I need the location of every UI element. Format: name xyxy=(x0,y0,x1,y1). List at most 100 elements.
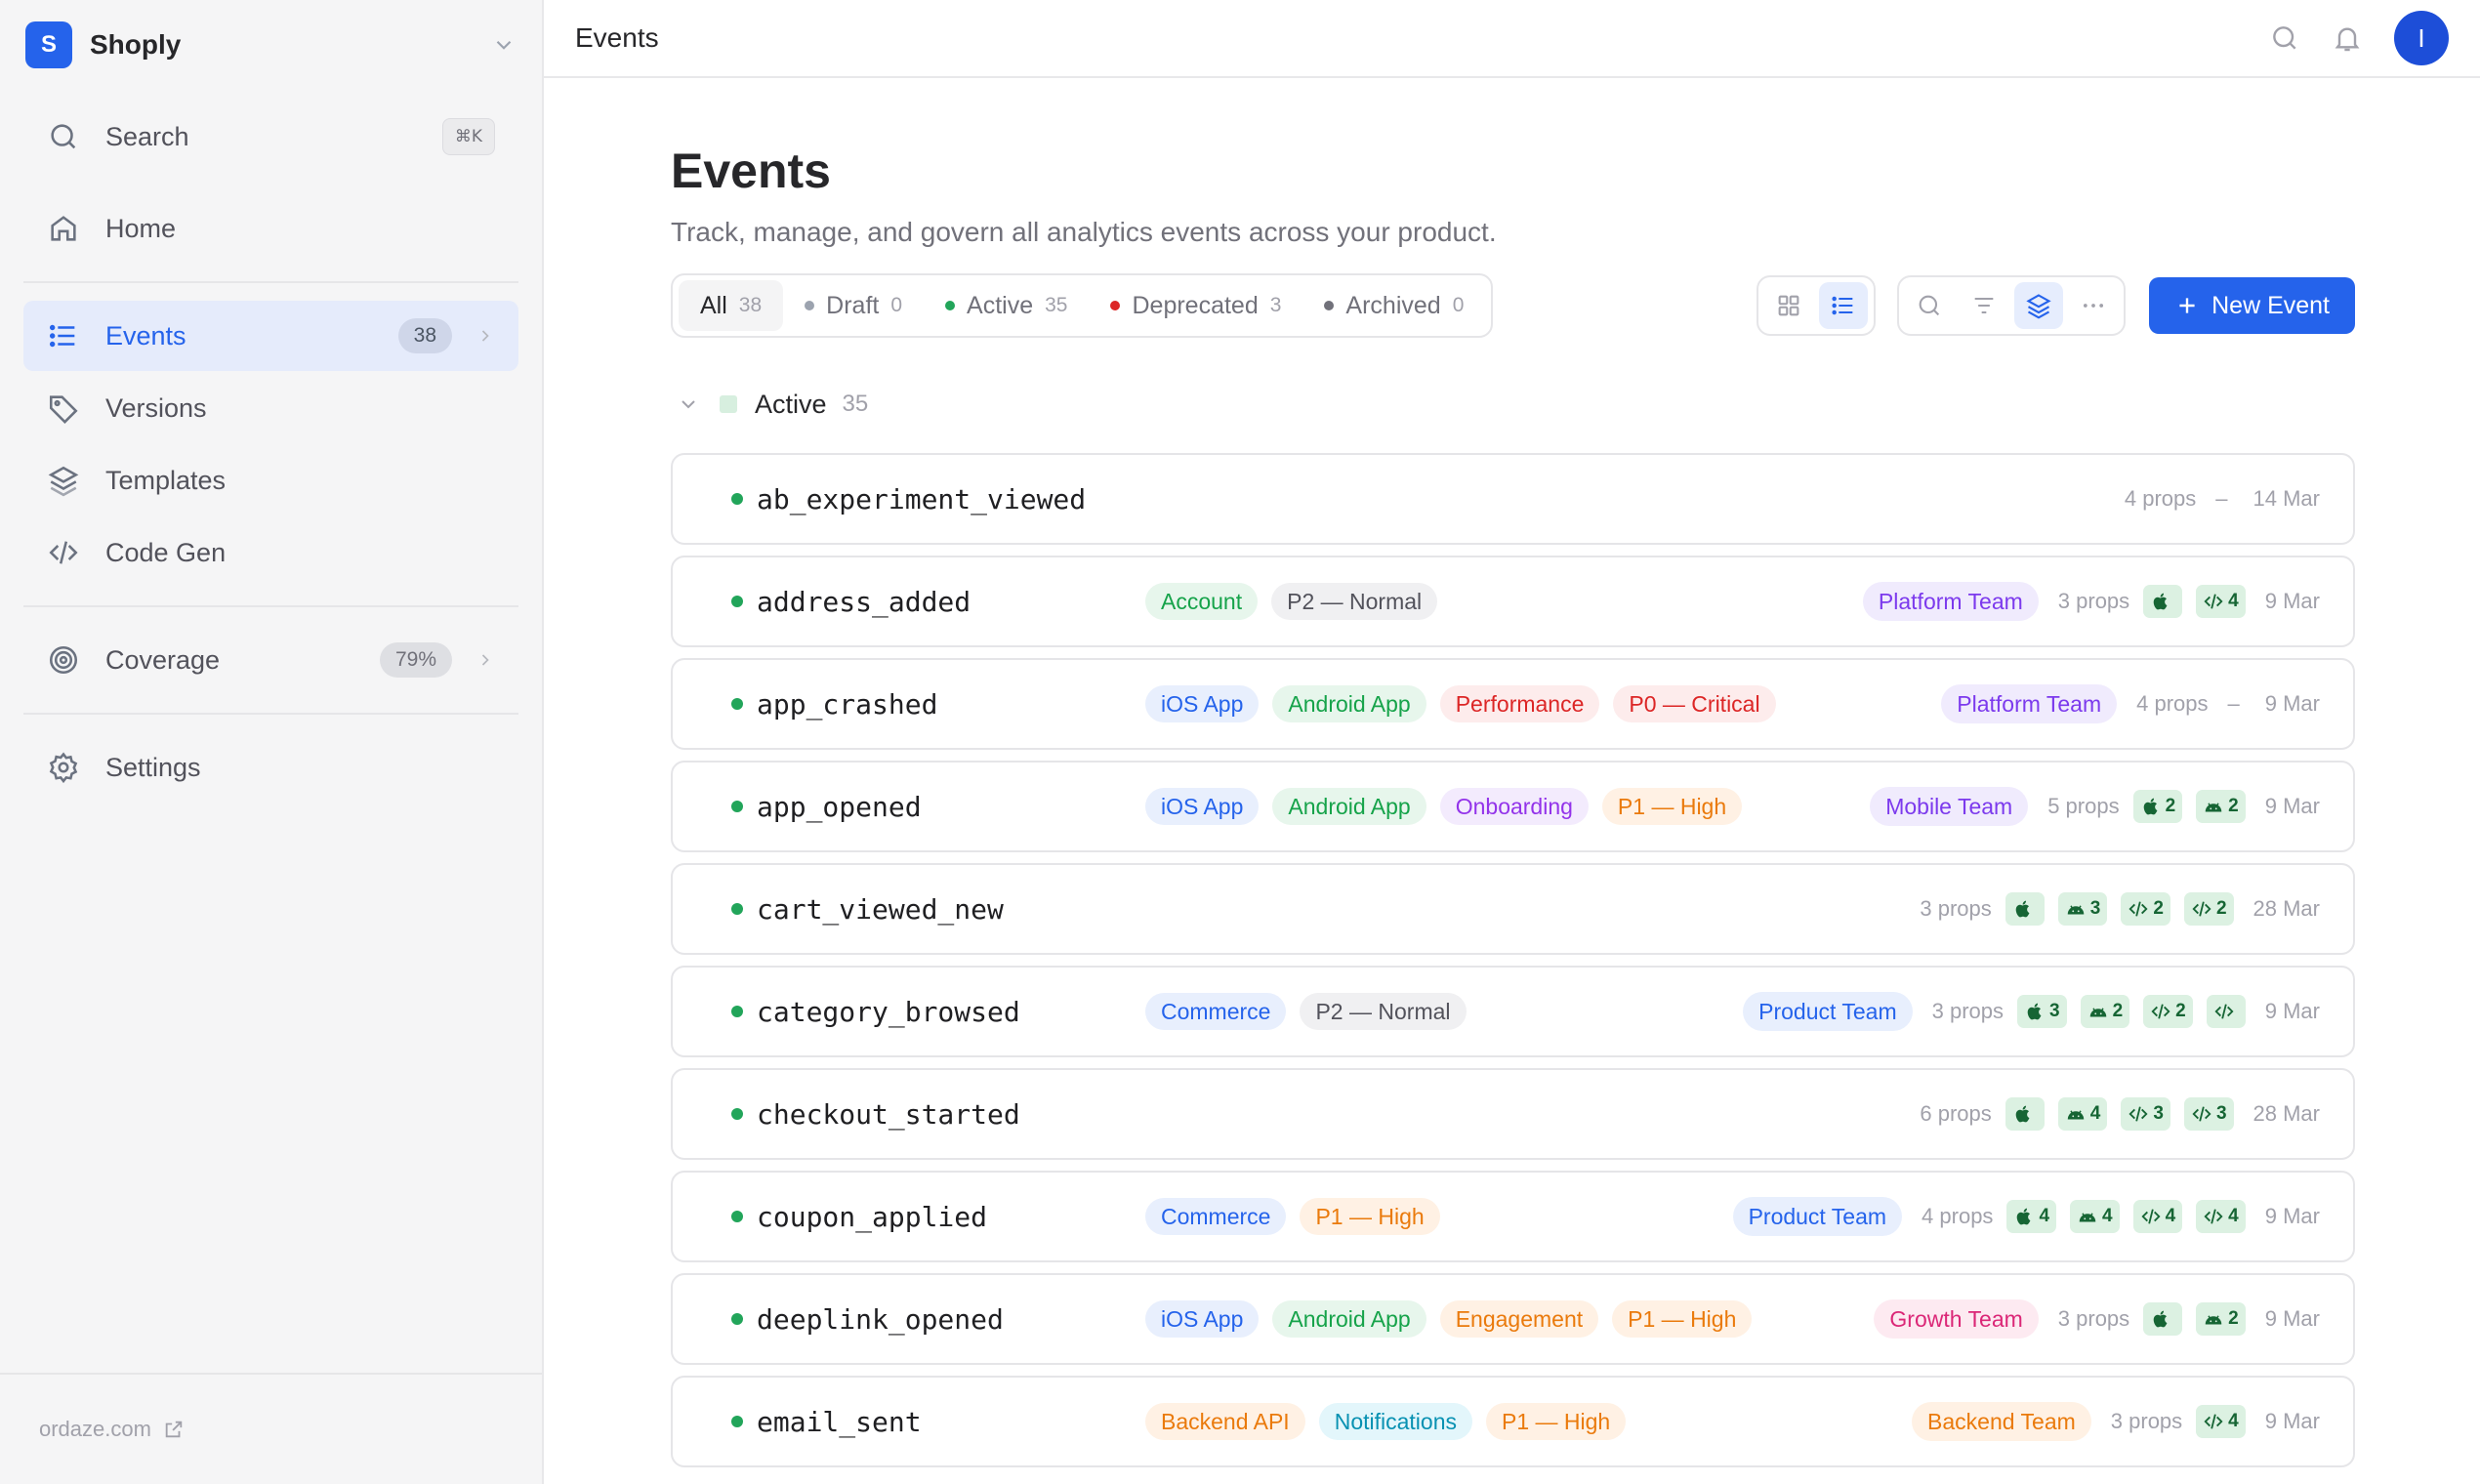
event-meta: Growth Team 3 props 2 9 Mar xyxy=(1874,1299,2320,1339)
event-tag[interactable]: Engagement xyxy=(1439,1300,1599,1338)
team-badge[interactable]: Product Team xyxy=(1743,992,1913,1031)
grid-view-button[interactable] xyxy=(1764,282,1813,329)
platform-badge-android: 2 xyxy=(2080,995,2130,1028)
event-tag[interactable]: P2 — Normal xyxy=(1271,583,1438,620)
team-badge[interactable]: Growth Team xyxy=(1874,1299,2039,1339)
event-row[interactable]: ab_experiment_viewed 4 props –14 Mar xyxy=(671,453,2355,545)
event-row[interactable]: cart_viewed_new 3 props 3 2 2 28 Mar xyxy=(671,863,2355,955)
event-meta: 6 props 4 3 3 28 Mar xyxy=(1914,1097,2320,1131)
event-tag[interactable]: P1 — High xyxy=(1601,788,1743,825)
status-filter-tabs: All 38 Draft 0 Active 35 Deprecated 3 Ar… xyxy=(671,273,1494,338)
sidebar-item-label: Code Gen xyxy=(105,537,227,567)
event-row[interactable]: category_browsed Commerce P2 — Normal Produ… xyxy=(671,966,2355,1057)
sidebar-item-label: Coverage xyxy=(105,644,221,675)
list-view-button[interactable] xyxy=(1819,282,1869,329)
sidebar-divider xyxy=(23,605,518,607)
event-tag[interactable]: P1 — High xyxy=(1485,1403,1627,1440)
event-tag[interactable]: Onboarding xyxy=(1439,788,1589,825)
filter-tab-all[interactable]: All 38 xyxy=(679,280,784,331)
event-tag[interactable]: P2 — Normal xyxy=(1300,993,1467,1030)
sidebar-item-coverage[interactable]: Coverage 79% xyxy=(23,625,518,695)
platform-badge-code: 2 xyxy=(2183,892,2234,926)
event-tag[interactable]: Commerce xyxy=(1145,993,1287,1030)
search-events-button[interactable] xyxy=(1905,282,1954,329)
filter-tab-deprecated[interactable]: Deprecated 3 xyxy=(1089,280,1302,331)
events-toolbar: All 38 Draft 0 Active 35 Deprecated 3 Ar… xyxy=(671,273,2355,338)
event-name: category_browsed xyxy=(757,995,1020,1028)
filter-tab-draft[interactable]: Draft 0 xyxy=(783,280,924,331)
event-tag[interactable]: Android App xyxy=(1272,1300,1426,1338)
status-dot xyxy=(731,1416,743,1427)
platform-count: 3 xyxy=(2089,898,2101,919)
sidebar-item-versions[interactable]: Versions xyxy=(23,373,518,443)
group-count: 35 xyxy=(842,391,869,417)
platform-count: 4 xyxy=(2228,1206,2239,1226)
sidebar-footer-link[interactable]: ordaze.com xyxy=(0,1373,542,1484)
sidebar-item-home[interactable]: Home xyxy=(23,193,518,264)
bell-icon[interactable] xyxy=(2332,22,2363,54)
filter-button[interactable] xyxy=(1960,282,2008,329)
new-event-button[interactable]: New Event xyxy=(2149,277,2355,334)
sidebar-item-templates[interactable]: Templates xyxy=(23,445,518,515)
event-row[interactable]: coupon_applied Commerce P1 — High Product T… xyxy=(671,1171,2355,1262)
platform-count: 4 xyxy=(2228,591,2239,611)
props-count: 3 props xyxy=(2057,589,2130,613)
team-badge[interactable]: Platform Team xyxy=(1862,582,2039,621)
props-count: 5 props xyxy=(2047,794,2120,818)
platform-badge-apple: 3 xyxy=(2017,995,2067,1028)
team-badge[interactable]: Backend Team xyxy=(1912,1402,2091,1441)
more-options-button[interactable] xyxy=(2069,282,2118,329)
status-dot xyxy=(731,493,743,505)
event-tag[interactable]: iOS App xyxy=(1145,1300,1260,1338)
platform-count: 4 xyxy=(2089,1103,2101,1124)
event-tag[interactable]: iOS App xyxy=(1145,788,1260,825)
event-tag[interactable]: P1 — High xyxy=(1300,1198,1440,1235)
filter-tab-active[interactable]: Active 35 xyxy=(924,280,1089,331)
workspace-switcher[interactable]: S Shoply xyxy=(0,0,542,90)
event-name: coupon_applied xyxy=(757,1200,988,1233)
event-row[interactable]: deeplink_opened iOS App Android App Engagem… xyxy=(671,1273,2355,1365)
props-count: 3 props xyxy=(1920,896,1992,921)
event-row[interactable]: app_crashed iOS App Android App Performance… xyxy=(671,658,2355,750)
event-tag[interactable]: P0 — Critical xyxy=(1613,685,1776,722)
topbar: Events I xyxy=(544,0,2480,78)
user-avatar[interactable]: I xyxy=(2394,11,2449,65)
event-row[interactable]: email_sent Backend API Notifications P1 — H… xyxy=(671,1376,2355,1467)
android-icon xyxy=(2079,1213,2096,1222)
event-tag[interactable]: Performance xyxy=(1439,685,1600,722)
sidebar-item-events[interactable]: Events 38 xyxy=(23,301,518,371)
event-tag[interactable]: Account xyxy=(1145,583,1259,620)
platform-badge-code: 3 xyxy=(2183,1097,2234,1131)
dash-separator: – xyxy=(2215,486,2228,511)
sidebar-item-settings[interactable]: Settings xyxy=(23,732,518,803)
event-tag[interactable]: Backend API xyxy=(1145,1403,1305,1440)
event-row[interactable]: app_opened iOS App Android App Onboarding P1… xyxy=(671,761,2355,852)
team-badge[interactable]: Product Team xyxy=(1732,1197,1903,1236)
sidebar-search[interactable]: Search ⌘K xyxy=(23,102,518,172)
team-badge[interactable]: Mobile Team xyxy=(1870,787,2029,826)
plus-icon xyxy=(2179,298,2195,313)
filter-tab-archived[interactable]: Archived 0 xyxy=(1302,280,1485,331)
code-icon xyxy=(49,541,78,564)
sidebar-item-code-gen[interactable]: Code Gen xyxy=(23,517,518,588)
event-row[interactable]: checkout_started 6 props 4 3 3 28 Mar xyxy=(671,1068,2355,1160)
event-tag[interactable]: P1 — High xyxy=(1612,1300,1753,1338)
event-tag[interactable]: Commerce xyxy=(1145,1198,1287,1235)
group-by-button[interactable] xyxy=(2014,282,2064,329)
layers-icon xyxy=(2026,294,2051,319)
event-tag[interactable]: Notifications xyxy=(1318,1403,1472,1440)
sidebar-item-label: Events xyxy=(105,320,186,350)
platform-badge-apple xyxy=(2005,892,2045,926)
list-tools xyxy=(1897,275,2127,336)
platform-badge-code: 4 xyxy=(2196,585,2246,618)
team-badge[interactable]: Platform Team xyxy=(1941,684,2118,723)
search-icon[interactable] xyxy=(2269,22,2300,54)
apple-icon xyxy=(2153,1310,2168,1328)
event-name: app_opened xyxy=(757,790,922,823)
event-tag[interactable]: Android App xyxy=(1272,685,1426,722)
event-tag[interactable]: Android App xyxy=(1272,788,1426,825)
event-tag[interactable]: iOS App xyxy=(1145,685,1260,722)
event-row[interactable]: address_added Account P2 — Normal Platform … xyxy=(671,556,2355,647)
event-tags: Backend API Notifications P1 — High xyxy=(1145,1403,1912,1440)
group-header-active[interactable]: Active 35 xyxy=(671,385,2355,424)
